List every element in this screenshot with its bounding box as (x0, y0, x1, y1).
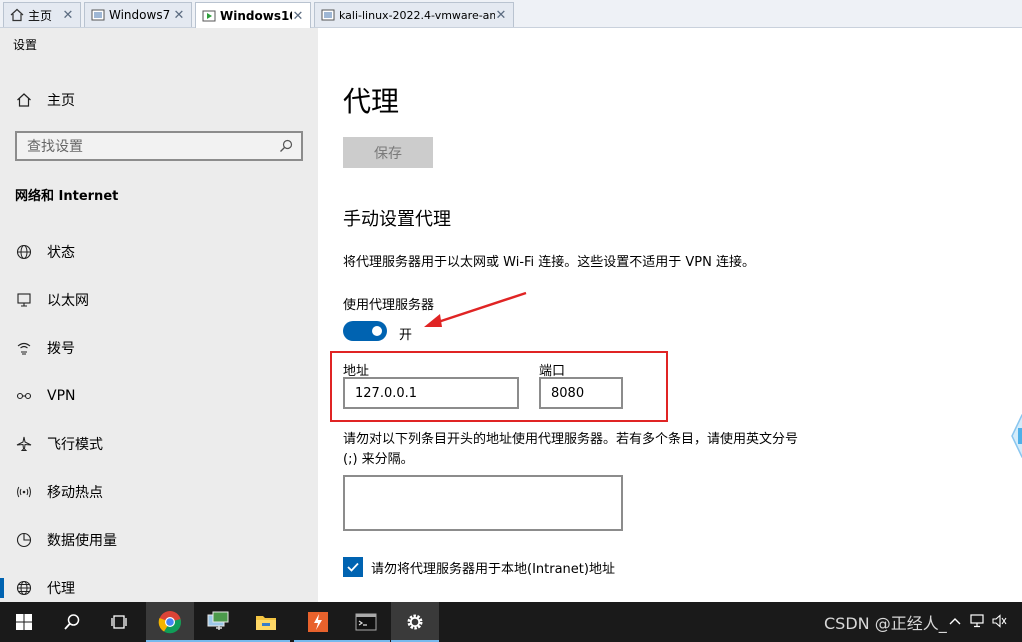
settings-gear-icon (407, 614, 423, 630)
sidebar-item-status[interactable]: 状态 (0, 232, 318, 272)
floating-widget-icon[interactable] (1008, 413, 1022, 459)
dialup-icon (15, 339, 33, 357)
search-button[interactable] (48, 602, 96, 642)
proxy-settings-page: 代理 保存 手动设置代理 将代理服务器用于以太网或 Wi-Fi 连接。这些设置不… (318, 28, 1022, 602)
sidebar-item-home[interactable]: 主页 (0, 80, 318, 120)
tab-windows7[interactable]: Windows7 ✕ (84, 2, 192, 27)
local-bypass-checkbox[interactable] (343, 557, 363, 577)
exceptions-textarea[interactable] (343, 475, 623, 531)
vpn-icon (15, 387, 33, 405)
home-icon (15, 91, 33, 109)
file-explorer-icon (256, 616, 276, 630)
tab-kali-linux[interactable]: kali-linux-2022.4-vmware-am... ✕ (314, 2, 514, 27)
tray-network-icon[interactable] (968, 610, 986, 632)
watermark: CSDN @正经人_ (824, 614, 947, 633)
sidebar-item-data-usage[interactable]: 数据使用量 (0, 520, 318, 560)
tab-home[interactable]: 主页 ✕ (3, 2, 81, 27)
sidebar-item-dialup[interactable]: 拨号 (0, 328, 318, 368)
page-title: 代理 (343, 85, 400, 118)
exceptions-description: 请勿对以下列条目开头的地址使用代理服务器。若有多个条目，请使用英文分号 (;) … (343, 432, 799, 467)
start-button[interactable] (0, 602, 48, 642)
search-input[interactable]: 查找设置 (15, 131, 303, 161)
burp-taskbar-button[interactable] (294, 602, 342, 642)
airplane-icon (15, 435, 33, 453)
port-input[interactable]: 8080 (539, 377, 623, 409)
use-proxy-toggle[interactable] (343, 321, 387, 341)
hotspot-icon (15, 483, 33, 501)
local-bypass-label: 请勿将代理服务器用于本地(Intranet)地址 (371, 562, 615, 577)
vm-icon (91, 8, 105, 22)
vm-tab-bar: 主页 ✕ Windows7 ✕ Windows10 ✕ kali-linux-2… (0, 0, 1022, 29)
close-icon[interactable]: ✕ (173, 8, 185, 23)
toggle-knob (372, 326, 382, 336)
section-heading: 网络和 Internet (15, 189, 119, 204)
globe-icon (15, 579, 33, 597)
sidebar-item-ethernet[interactable]: 以太网 (0, 280, 318, 320)
chrome-icon (158, 611, 182, 634)
manual-proxy-heading: 手动设置代理 (343, 209, 451, 230)
terminal-taskbar-button[interactable] (342, 602, 390, 642)
app-title: 设置 (13, 38, 38, 52)
close-icon[interactable]: ✕ (62, 8, 74, 23)
task-view-button[interactable] (96, 602, 144, 642)
settings-sidebar: 设置 主页 查找设置 网络和 Internet 状态 以太网 拨号 VPN 飞行… (0, 28, 318, 602)
burp-icon (308, 612, 328, 632)
annotation-arrow (424, 291, 527, 327)
tray-volume-icon[interactable] (990, 610, 1008, 632)
network-app-taskbar-button[interactable] (194, 602, 242, 642)
start-icon (16, 614, 32, 630)
network-app-icon (207, 611, 229, 630)
file-explorer-taskbar-button[interactable] (242, 602, 290, 642)
save-button[interactable]: 保存 (343, 137, 433, 168)
vm-icon (321, 8, 335, 22)
settings-taskbar-button[interactable] (391, 602, 439, 642)
search-icon (64, 614, 80, 630)
close-icon[interactable]: ✕ (495, 8, 507, 23)
manual-proxy-description: 将代理服务器用于以太网或 Wi-Fi 连接。这些设置不适用于 VPN 连接。 (343, 255, 756, 270)
sidebar-item-vpn[interactable]: VPN (0, 376, 318, 416)
toggle-state-label: 开 (399, 328, 413, 343)
globe-status-icon (15, 243, 33, 261)
chrome-taskbar-button[interactable] (146, 602, 194, 642)
task-view-icon (111, 615, 127, 629)
terminal-icon (355, 613, 377, 631)
checkmark-icon (347, 562, 359, 572)
home-icon (10, 8, 24, 22)
data-usage-icon (15, 531, 33, 549)
address-input[interactable]: 127.0.0.1 (343, 377, 519, 409)
ethernet-icon (15, 291, 33, 309)
tab-windows10[interactable]: Windows10 ✕ (195, 2, 311, 29)
tray-chevron-icon[interactable] (946, 610, 964, 632)
search-icon (279, 139, 293, 153)
sidebar-item-hotspot[interactable]: 移动热点 (0, 472, 318, 512)
close-icon[interactable]: ✕ (292, 9, 304, 24)
sidebar-item-airplane[interactable]: 飞行模式 (0, 424, 318, 464)
vm-running-icon (202, 9, 216, 23)
